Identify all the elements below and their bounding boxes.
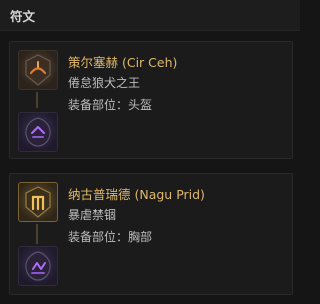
rune-subtitle: 倦怠狼犬之王 [68, 76, 141, 90]
rune-name: 纳古普瑞德 (Nagu Prid) [68, 187, 205, 202]
rune-slot-text: 装备部位：头盔 [68, 98, 153, 112]
socket-purple-glyph-icon [25, 251, 51, 281]
rune-connector [36, 92, 38, 108]
rune-orange-glyph-icon[interactable] [18, 50, 58, 90]
rune-orange-glyph-icon [25, 54, 51, 86]
rune-connector [36, 224, 38, 244]
rune-name: 策尔塞赫 (Cir Ceh) [68, 55, 178, 70]
panel-title: 符文 [10, 9, 36, 24]
panel-header: 符文 [0, 0, 300, 31]
socket-purple-glyph-icon[interactable] [18, 112, 58, 152]
rune-card-1[interactable]: 策尔塞赫 (Cir Ceh) 倦怠狼犬之王 装备部位：头盔 [9, 41, 293, 159]
socket-purple-glyph-icon [25, 117, 51, 147]
rune-slot-text: 装备部位：胸部 [68, 230, 153, 244]
rune-gold-glyph-icon [25, 186, 51, 218]
rune-card-2[interactable]: 纳古普瑞德 (Nagu Prid) 暴虐禁锢 装备部位：胸部 [9, 173, 293, 295]
socket-purple-glyph-icon[interactable] [18, 246, 58, 286]
rune-gold-glyph-icon[interactable] [18, 182, 58, 222]
rune-subtitle: 暴虐禁锢 [68, 208, 117, 222]
